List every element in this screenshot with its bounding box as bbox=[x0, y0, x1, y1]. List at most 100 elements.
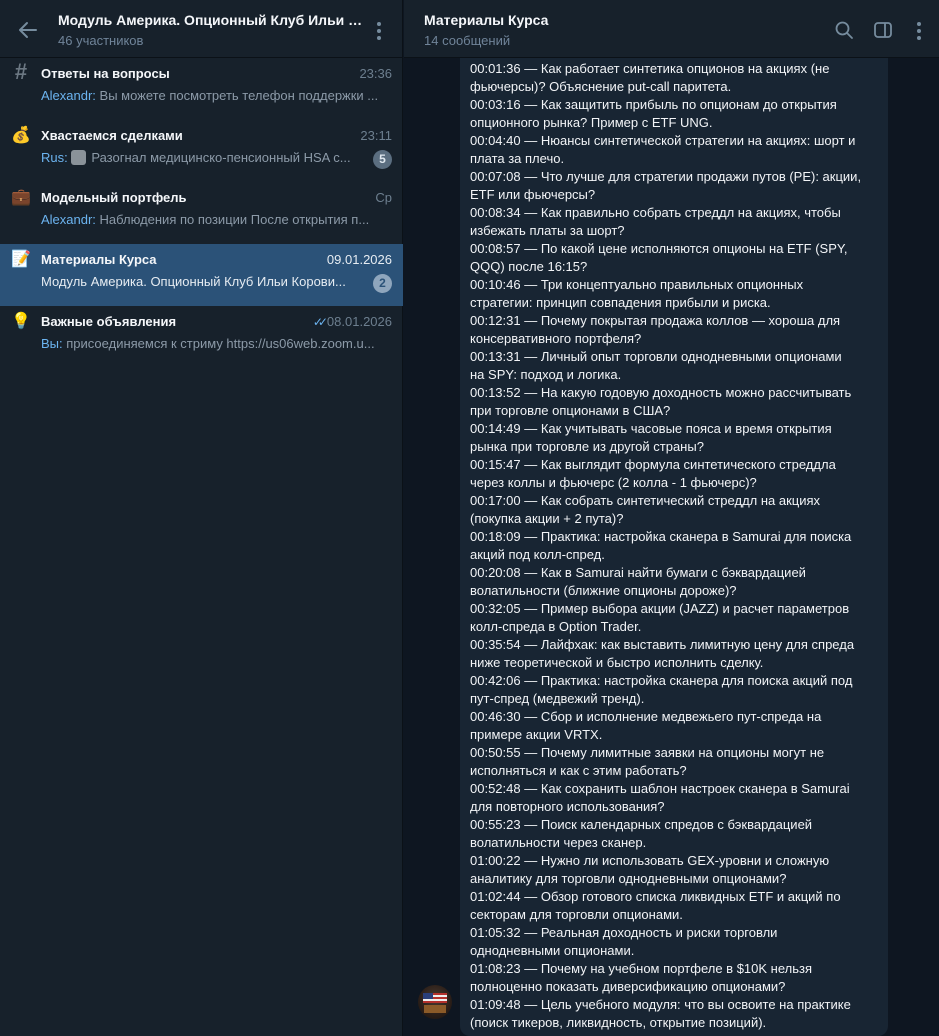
message-line: 00:10:46 — Три концептуально правильных … bbox=[470, 277, 804, 292]
topic-time-text: Ср bbox=[375, 190, 392, 205]
topic-preview: Вы: присоединяемся к стриму https://us06… bbox=[41, 336, 393, 351]
hash-icon: # bbox=[14, 59, 28, 84]
sidebar-toggle-icon[interactable] bbox=[872, 19, 894, 41]
message-line: исполняться и как с этим работать? bbox=[470, 763, 687, 778]
message-line: (покупка акции + 2 пута)? bbox=[470, 511, 624, 526]
topic-name: Модельный портфель bbox=[41, 190, 187, 205]
message-line: 00:12:31 — Почему покрытая продажа колло… bbox=[470, 313, 841, 328]
group-header: Модуль Америка. Опционный Клуб Ильи Ко..… bbox=[0, 0, 402, 58]
message-line: 01:05:32 — Реальная доходность и риски т… bbox=[470, 925, 778, 940]
message-line: 00:15:47 — Как выглядит формула синтетич… bbox=[470, 457, 836, 472]
message-line: избежать платы за шорт? bbox=[470, 223, 625, 238]
message-line: на SPY: подход и логика. bbox=[470, 367, 622, 382]
topic-item[interactable]: 💰 Хвастаемся сделками 23:11 Rus: Разогнал м… bbox=[0, 120, 403, 182]
preview-sender: Вы: bbox=[41, 336, 63, 351]
message-line: (поиск тикеров, ликвидность, открытие по… bbox=[470, 1015, 767, 1030]
message-line: 01:00:22 — Нужно ли использовать GEX-уро… bbox=[470, 853, 830, 868]
message-line: при торговле опционами в США? bbox=[470, 403, 671, 418]
group-title[interactable]: Модуль Америка. Опционный Клуб Ильи Ко..… bbox=[58, 12, 364, 28]
message-line: 00:01:36 — Как работает синтетика опцион… bbox=[470, 61, 830, 76]
message-line: ниже теоретической и быстро исполнить сд… bbox=[470, 655, 764, 670]
message-line: 00:04:40 — Нюансы синтетической стратеги… bbox=[470, 133, 856, 148]
preview-sender: Rus: bbox=[41, 150, 68, 165]
message-count: 14 сообщений bbox=[424, 33, 511, 48]
message-line: для повторного использования? bbox=[470, 799, 665, 814]
message-line: 00:20:08 — Как в Samurai найти бумаги с … bbox=[470, 565, 806, 580]
message-line: 00:08:57 — По какой цене исполняются опц… bbox=[470, 241, 848, 256]
sender-avatar[interactable] bbox=[418, 985, 452, 1019]
chat-pane: Материалы Курса 14 сообщений 00:01:36 — … bbox=[404, 0, 939, 1036]
message-line: рынка при торговле из другой страны? bbox=[470, 439, 704, 454]
preview-sender: Alexandr: bbox=[41, 212, 96, 227]
topic-time-text: 08.01.2026 bbox=[326, 314, 392, 329]
topic-time: ✓✓ 08.01.2026 bbox=[313, 314, 392, 329]
message-line: аналитику для торговли однодневными опци… bbox=[470, 871, 787, 886]
message-line: полноценно показать диверсификацию опцио… bbox=[470, 979, 786, 994]
message-line: 01:08:23 — Почему на учебном портфеле в … bbox=[470, 961, 813, 976]
message-line: фьючерсы)? Объяснение put-call паритета. bbox=[470, 79, 732, 94]
image-thumbnail-icon bbox=[71, 150, 87, 165]
message-line: 00:13:31 — Личный опыт торговли одноднев… bbox=[470, 349, 842, 364]
topic-time: 09.01.2026 bbox=[327, 252, 392, 267]
topic-preview: Rus: Разогнал медицинско-пенсионный HSA … bbox=[41, 150, 366, 165]
topic-time: 23:36 bbox=[359, 66, 392, 81]
message-line: 00:08:34 — Как правильно собрать стреддл… bbox=[470, 205, 841, 220]
message-line: волатильности через сканер. bbox=[470, 835, 647, 850]
message-line: плата за плечо. bbox=[470, 151, 565, 166]
message-line: опционного рынка? Пример с ETF UNG. bbox=[470, 115, 713, 130]
message-line: 00:03:16 — Как защитить прибыль по опцио… bbox=[470, 97, 837, 112]
message-line: 00:18:09 — Практика: настройка сканера в… bbox=[470, 529, 852, 544]
topic-sidebar: Модуль Америка. Опционный Клуб Ильи Ко..… bbox=[0, 0, 403, 1036]
message-text: 00:01:36 — Как работает синтетика опцион… bbox=[470, 60, 880, 1032]
topic-preview: Alexandr: Наблюдения по позиции После от… bbox=[41, 212, 393, 227]
topic-item[interactable]: # Ответы на вопросы 23:36 Alexandr: Вы може… bbox=[0, 58, 403, 120]
topic-time: Ср bbox=[375, 190, 392, 205]
topic-preview: Модуль Америка. Опционный Клуб Ильи Коро… bbox=[41, 274, 366, 289]
topic-name: Ответы на вопросы bbox=[41, 66, 170, 81]
message-line: 00:07:08 — Что лучше для стратегии прода… bbox=[470, 169, 862, 184]
group-member-count: 46 участников bbox=[58, 33, 144, 48]
topic-preview: Alexandr: Вы можете посмотреть телефон п… bbox=[41, 88, 393, 103]
topic-item[interactable]: 💼 Модельный портфель Ср Alexandr: Наблюдени… bbox=[0, 182, 403, 244]
money-bag-icon: 💰 bbox=[11, 127, 31, 144]
search-icon[interactable] bbox=[833, 19, 855, 41]
more-options-icon[interactable] bbox=[369, 19, 389, 43]
message-line: 01:09:48 — Цель учебного модуля: что вы … bbox=[470, 997, 851, 1012]
unread-badge: 5 bbox=[373, 150, 392, 169]
chat-title[interactable]: Материалы Курса bbox=[424, 12, 548, 28]
message-line: ETF или фьючерсы? bbox=[470, 187, 596, 202]
message-line: 00:32:05 — Пример выбора акции (JAZZ) и … bbox=[470, 601, 850, 616]
preview-text: Модуль Америка. Опционный Клуб Ильи Коро… bbox=[41, 274, 346, 289]
preview-text: Разогнал медицинско-пенсионный HSA с... bbox=[91, 150, 351, 165]
chat-header: Материалы Курса 14 сообщений bbox=[404, 0, 939, 58]
message-line: через коллы и фьючерс (2 колла - 1 фьюче… bbox=[470, 475, 757, 490]
message-line: 00:17:00 — Как собрать синтетический стр… bbox=[470, 493, 821, 508]
topic-item[interactable]: 📝 Материалы Курса 09.01.2026 Модуль Америка… bbox=[0, 244, 403, 306]
message-line: 00:13:52 — На какую годовую доходность м… bbox=[470, 385, 852, 400]
back-arrow-icon[interactable] bbox=[16, 18, 40, 42]
read-checkmarks-icon: ✓✓ bbox=[312, 315, 328, 329]
message-line: акций под колл-спред. bbox=[470, 547, 605, 562]
message-line: 00:55:23 — Поиск календарных спредов с б… bbox=[470, 817, 813, 832]
preview-text: присоединяемся к стриму https://us06web.… bbox=[62, 336, 375, 351]
lightbulb-icon: 💡 bbox=[11, 313, 31, 330]
message-line: 00:42:06 — Практика: настройка сканера д… bbox=[470, 673, 853, 688]
topic-name: Материалы Курса bbox=[41, 252, 157, 267]
message-line: стратегии: принцип совпадения прибыли и … bbox=[470, 295, 771, 310]
message-line: 00:52:48 — Как сохранить шаблон настроек… bbox=[470, 781, 850, 796]
message-line: консервативного портфеля? bbox=[470, 331, 642, 346]
topic-name: Важные объявления bbox=[41, 314, 177, 329]
memo-icon: 📝 bbox=[11, 251, 31, 268]
message-line: 00:14:49 — Как учитывать часовые пояса и… bbox=[470, 421, 832, 436]
message-area[interactable]: 00:01:36 — Как работает синтетика опцион… bbox=[404, 58, 939, 1036]
message-bubble[interactable]: 00:01:36 — Как работает синтетика опцион… bbox=[460, 58, 888, 1036]
preview-text: Наблюдения по позиции После открытия п..… bbox=[95, 212, 370, 227]
message-line: 01:02:44 — Обзор готового списка ликвидн… bbox=[470, 889, 841, 904]
more-options-icon[interactable] bbox=[909, 19, 929, 43]
topic-list: # Ответы на вопросы 23:36 Alexandr: Вы може… bbox=[0, 58, 403, 368]
preview-sender: Alexandr: bbox=[41, 88, 96, 103]
message-line: однодневными опционами. bbox=[470, 943, 635, 958]
message-line: колл-спреда в Option Trader. bbox=[470, 619, 642, 634]
topic-item[interactable]: 💡 Важные объявления ✓✓ 08.01.2026 Вы: присое… bbox=[0, 306, 403, 368]
message-line: QQQ) после 16:15? bbox=[470, 259, 588, 274]
